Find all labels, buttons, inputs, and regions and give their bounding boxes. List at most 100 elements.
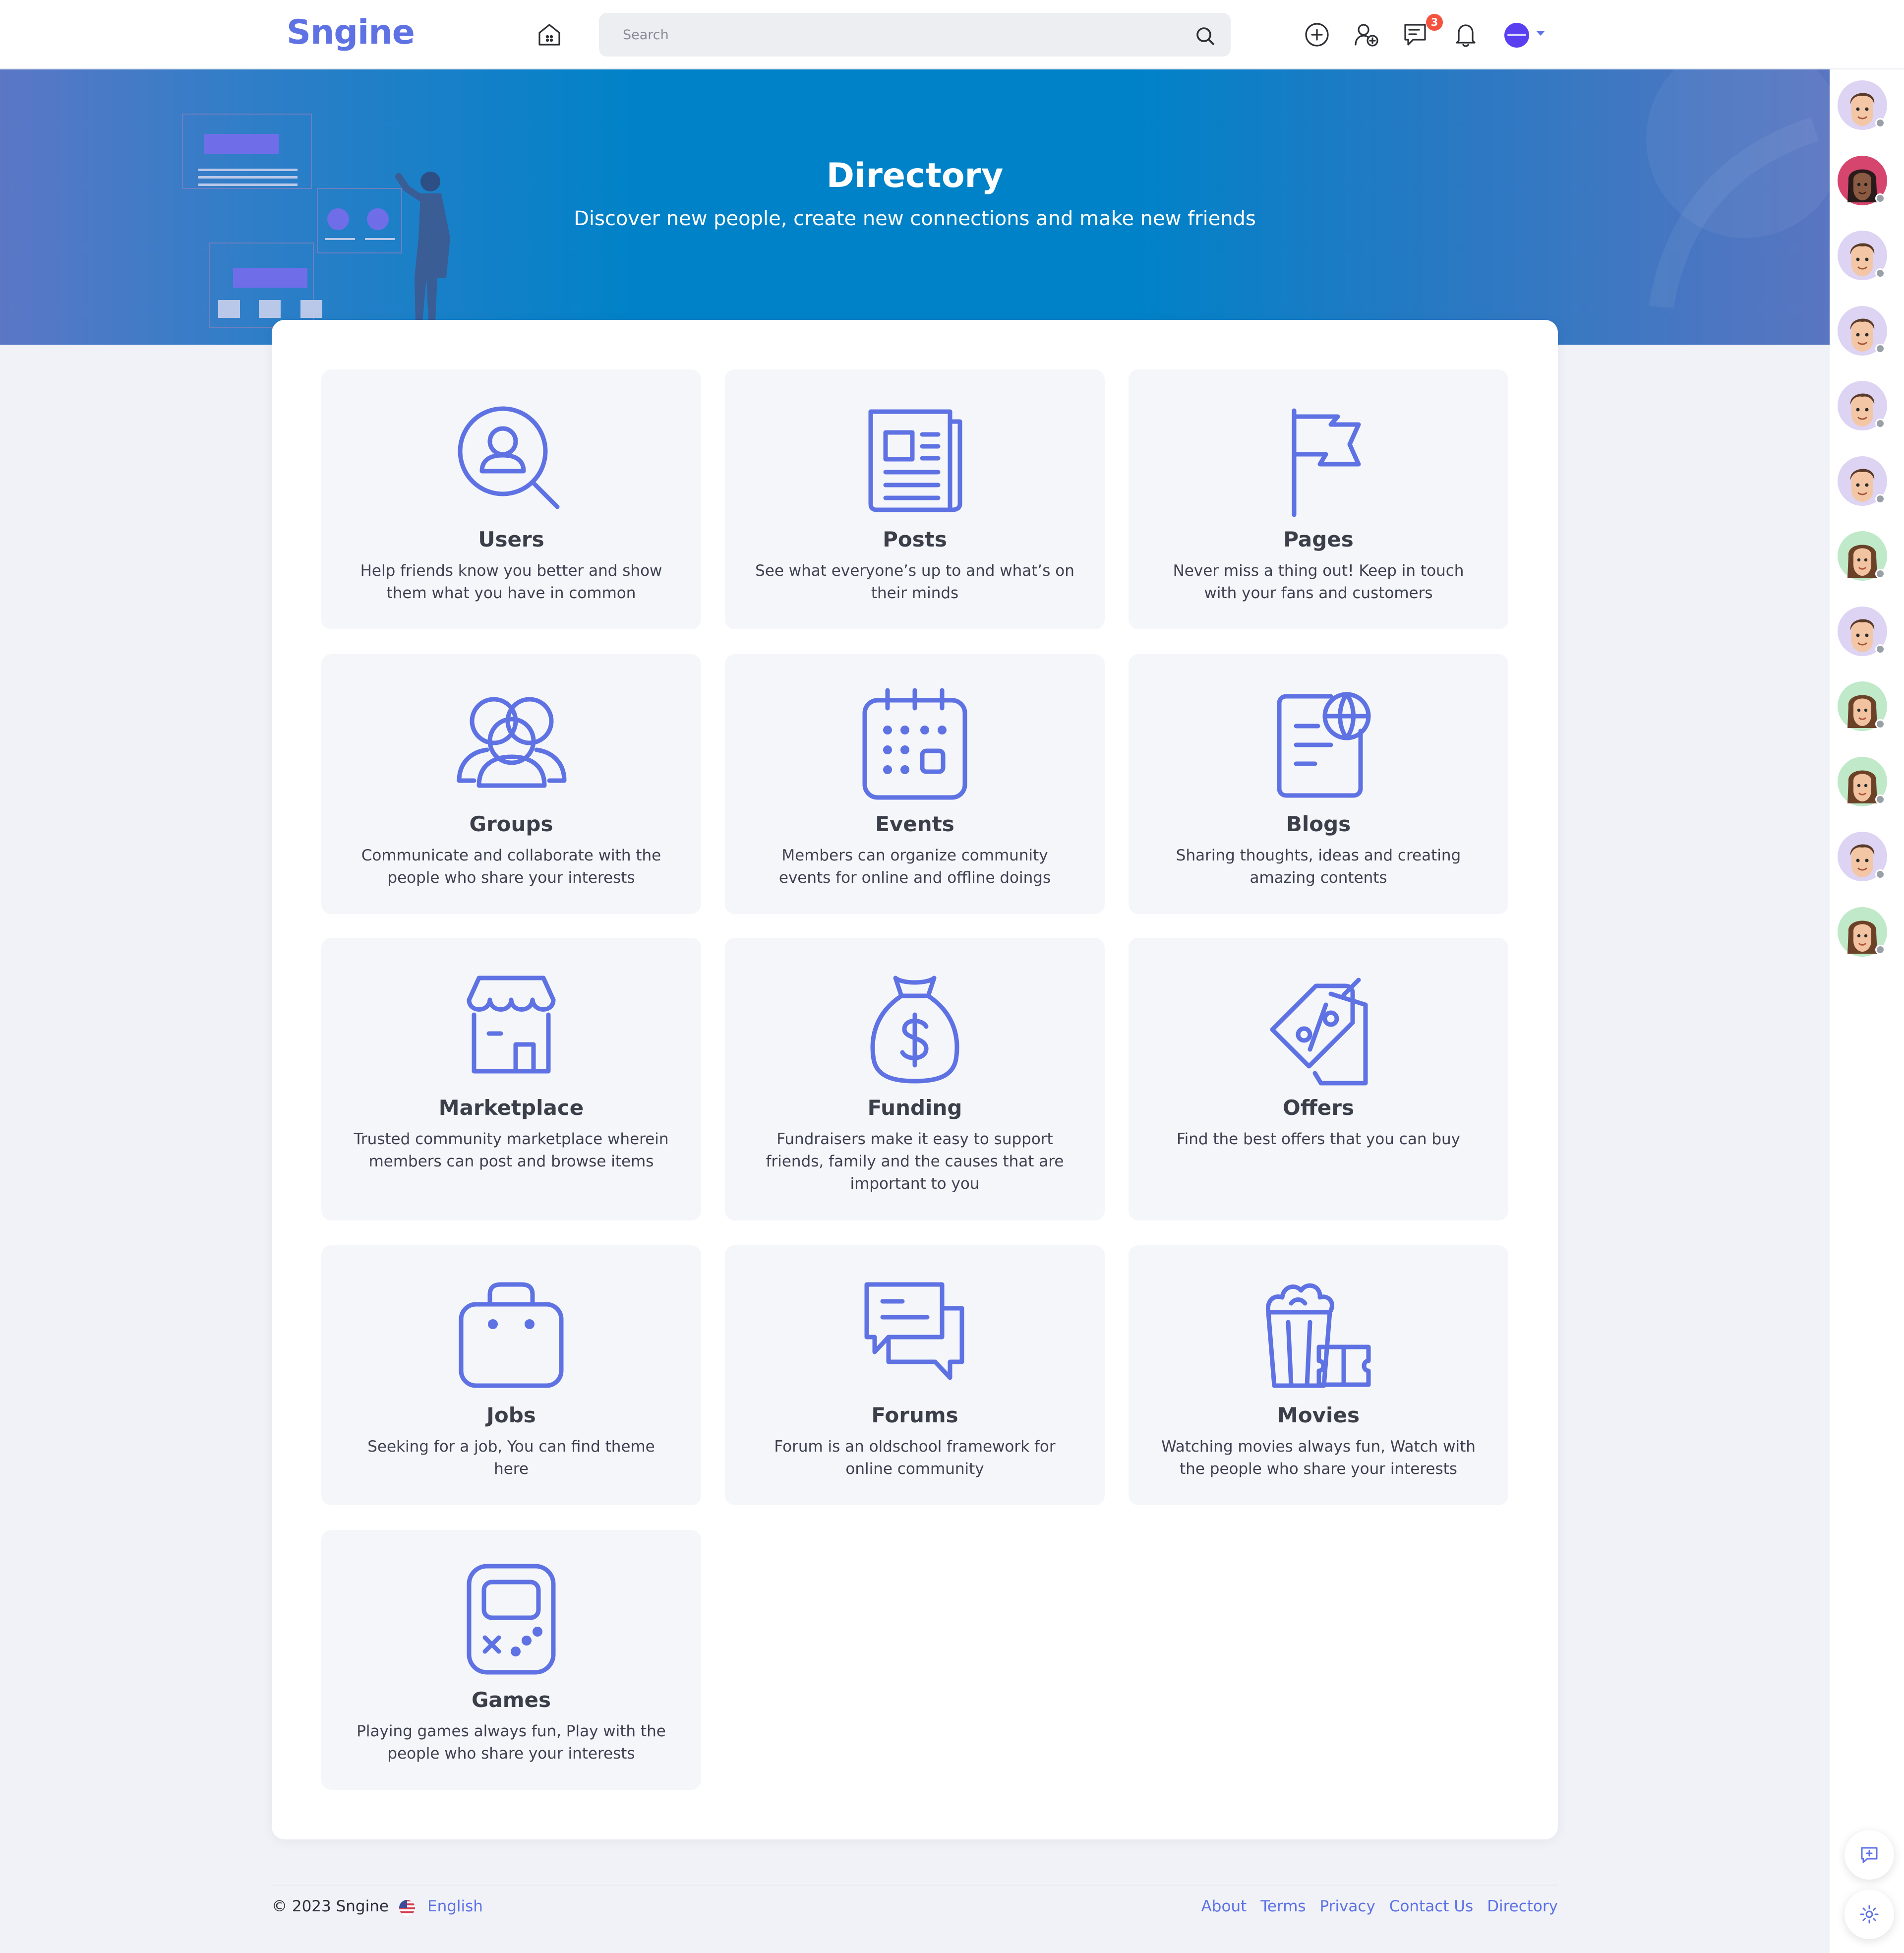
contact-avatar[interactable] (1838, 231, 1887, 280)
search-bar[interactable] (599, 13, 1231, 57)
contact-avatar[interactable] (1838, 305, 1887, 356)
user-search-icon (449, 397, 573, 521)
chat-settings-button[interactable] (1844, 1890, 1894, 1939)
directory-card-jobs[interactable]: Jobs Seeking for a job, You can find them… (321, 1245, 701, 1505)
offline-status-dot (1875, 719, 1885, 729)
directory-card-movies[interactable]: Movies Watching movies always fun, Watch … (1129, 1245, 1508, 1505)
friend-requests-icon[interactable] (1352, 20, 1381, 50)
offline-status-dot (1875, 869, 1885, 879)
contact-avatar[interactable] (1838, 606, 1887, 656)
contact-avatar[interactable] (1838, 907, 1887, 957)
directory-card-title[interactable]: Funding (725, 1096, 1105, 1120)
contact-avatar[interactable] (1838, 531, 1887, 581)
briefcase-icon (449, 1273, 573, 1397)
directory-card-title[interactable]: Users (321, 527, 701, 551)
directory-card-title[interactable]: Posts (725, 527, 1105, 551)
directory-card-description: Fundraisers make it easy to support frie… (766, 1130, 1064, 1193)
contact-avatar[interactable] (1838, 80, 1887, 130)
directory-card-description: Never miss a thing out! Keep in touch wi… (1173, 562, 1464, 602)
offline-status-dot (1875, 343, 1885, 354)
directory-card-events[interactable]: Events Members can organize community eve… (725, 654, 1105, 914)
popcorn-ticket-icon (1256, 1273, 1380, 1397)
directory-card-marketplace[interactable]: Marketplace Trusted community marketplace… (321, 938, 701, 1221)
directory-card-funding[interactable]: Funding Fundraisers make it easy to suppo… (725, 938, 1105, 1221)
footer-link-contact-us[interactable]: Contact Us (1389, 1897, 1473, 1915)
user-avatar[interactable] (1504, 23, 1529, 48)
directory-card-description: See what everyone’s up to and what’s on … (755, 562, 1074, 602)
us-flag-icon[interactable] (399, 1899, 416, 1916)
offline-status-dot (1875, 493, 1885, 504)
contact-avatar[interactable] (1838, 381, 1887, 430)
directory-card-description: Members can organize community events fo… (778, 847, 1051, 887)
online-contacts-sidebar (1830, 69, 1904, 1953)
directory-card-title[interactable]: Pages (1129, 527, 1508, 551)
offline-status-dot (1875, 794, 1885, 804)
blog-globe-icon (1256, 681, 1380, 805)
directory-card-users[interactable]: Users Help friends know you better and sh… (321, 369, 701, 629)
directory-card-description: Forum is an oldschool framework for onli… (774, 1438, 1056, 1478)
offline-status-dot (1875, 193, 1885, 203)
directory-card-description: Sharing thoughts, ideas and creating ama… (1176, 847, 1461, 887)
language-selector[interactable]: English (427, 1897, 483, 1915)
directory-card-title[interactable]: Jobs (321, 1403, 701, 1427)
directory-card-games[interactable]: Games Playing games always fun, Play with… (321, 1530, 701, 1790)
directory-card-title[interactable]: Marketplace (321, 1096, 701, 1120)
contact-avatar[interactable] (1838, 155, 1887, 205)
footer-link-privacy[interactable]: Privacy (1320, 1897, 1375, 1915)
footer-link-directory[interactable]: Directory (1487, 1897, 1558, 1915)
directory-card-title[interactable]: Movies (1129, 1403, 1508, 1427)
directory-card-description: Watching movies always fun, Watch with t… (1161, 1438, 1476, 1478)
footer-divider (272, 1885, 1558, 1886)
directory-card-title[interactable]: Blogs (1129, 812, 1508, 836)
directory-card-description: Seeking for a job, You can find theme he… (367, 1438, 655, 1478)
directory-card-offers[interactable]: Offers Find the best offers that you can … (1129, 938, 1508, 1221)
directory-card-description: Help friends know you better and show th… (360, 562, 662, 602)
contact-avatar[interactable] (1838, 756, 1887, 806)
home-icon[interactable] (535, 20, 564, 50)
site-logo[interactable]: Sngine (287, 13, 415, 52)
offline-status-dot (1875, 944, 1885, 955)
directory-card-title[interactable]: Events (725, 812, 1105, 836)
calendar-icon (853, 681, 977, 805)
contact-avatar[interactable] (1838, 456, 1887, 506)
new-chat-button[interactable] (1844, 1830, 1894, 1880)
footer-link-about[interactable]: About (1201, 1897, 1247, 1915)
offline-status-dot (1875, 569, 1885, 579)
discount-tag-icon (1256, 965, 1380, 1089)
newspaper-icon (853, 397, 977, 521)
directory-card-description: Playing games always fun, Play with the … (357, 1722, 666, 1763)
search-icon[interactable] (1194, 25, 1216, 47)
directory-card-blogs[interactable]: Blogs Sharing thoughts, ideas and creatin… (1129, 654, 1508, 914)
directory-card-forums[interactable]: Forums Forum is an oldschool framework fo… (725, 1245, 1105, 1505)
footer-links: About Terms Privacy Contact Us Directory (1201, 1897, 1558, 1915)
contact-avatar[interactable] (1838, 832, 1887, 881)
footer-copyright: © 2023 Sngine (272, 1897, 389, 1915)
directory-card-title[interactable]: Games (321, 1688, 701, 1712)
directory-card-pages[interactable]: Pages Never miss a thing out! Keep in tou… (1129, 369, 1508, 629)
chevron-down-icon[interactable] (1536, 31, 1545, 36)
directory-panel: Users Help friends know you better and sh… (272, 320, 1558, 1839)
directory-card-posts[interactable]: Posts See what everyone’s up to and what’… (725, 369, 1105, 629)
directory-card-groups[interactable]: Groups Communicate and collaborate with t… (321, 654, 701, 914)
footer-link-terms[interactable]: Terms (1260, 1897, 1306, 1915)
directory-card-title[interactable]: Groups (321, 812, 701, 836)
flag-icon (1256, 397, 1380, 521)
search-input[interactable] (623, 23, 1168, 47)
directory-card-title[interactable]: Offers (1129, 1096, 1508, 1120)
directory-card-title[interactable]: Forums (725, 1403, 1105, 1427)
directory-card-description: Find the best offers that you can buy (1177, 1130, 1460, 1148)
directory-hero: Directory Discover new people, create ne… (0, 69, 1830, 345)
top-navbar: Sngine 3 (0, 0, 1904, 69)
chat-bubbles-icon (853, 1273, 977, 1397)
messages-badge: 3 (1426, 14, 1443, 31)
offline-status-dot (1875, 419, 1885, 428)
offline-status-dot (1875, 118, 1885, 128)
offline-status-dot (1875, 268, 1885, 278)
page-subtitle: Discover new people, create new connecti… (574, 207, 1256, 230)
gamepad-icon (449, 1557, 573, 1681)
directory-card-description: Communicate and collaborate with the peo… (361, 847, 661, 887)
page-title: Directory (826, 156, 1004, 195)
add-create-icon[interactable] (1302, 20, 1332, 50)
notifications-bell-icon[interactable] (1451, 20, 1481, 50)
contact-avatar[interactable] (1838, 681, 1887, 731)
